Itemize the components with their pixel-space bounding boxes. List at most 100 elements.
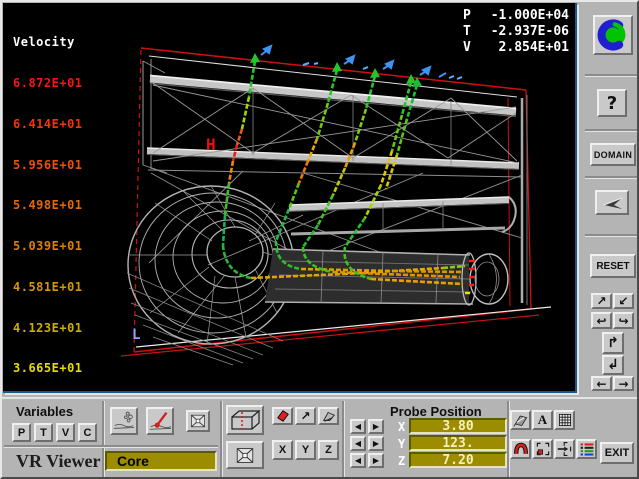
probe-readouts: P -1.000E+04 T -2.937E-06 V 2.854E+01 <box>463 8 569 56</box>
grid-display-button[interactable] <box>554 410 575 430</box>
app-title: VR Viewer <box>16 451 100 472</box>
scene-wireframe: H L <box>3 3 575 391</box>
variable-c-button[interactable]: C <box>78 423 97 442</box>
legend-entry: 6.414E+01 <box>13 118 83 132</box>
arrow-ne-icon: ↗ <box>300 409 310 423</box>
axis-z-button[interactable]: Z <box>318 440 339 460</box>
variables-label: Variables <box>16 404 73 419</box>
velocity-tick-marks <box>303 63 462 79</box>
readout-value: -1.000E+04 <box>479 8 569 24</box>
frame-select-button[interactable] <box>186 410 210 432</box>
variable-t-button[interactable]: T <box>34 423 53 442</box>
annotation-button[interactable]: A <box>532 410 553 430</box>
logo-button[interactable] <box>593 15 633 55</box>
variable-t-label: T <box>40 427 47 439</box>
variable-v-button[interactable]: V <box>56 423 75 442</box>
frame-x-icon <box>234 446 256 465</box>
reset-button[interactable]: RESET <box>590 254 636 278</box>
readout-value: 2.854E+01 <box>479 40 569 56</box>
probe-tool-button[interactable] <box>146 407 174 435</box>
arrow-hook-right-icon: ↪ <box>618 314 628 328</box>
probe-y-increment-button[interactable]: ▶ <box>368 436 384 451</box>
colormap-button[interactable] <box>576 439 597 459</box>
frame-x-icon <box>189 413 207 429</box>
readout-label: T <box>463 24 479 40</box>
axis-z-label: Z <box>325 444 332 456</box>
cut-plane-button[interactable] <box>226 405 264 435</box>
vr-viewer-app: H L Velocity 6.872E+01 6.414E+01 5.956E+… <box>0 0 639 479</box>
vector-tool-button[interactable]: ↗ <box>295 407 316 425</box>
legend-entry: 4.123E+01 <box>13 322 83 336</box>
triangle-left-icon: ◀ <box>355 457 361 465</box>
arrow-turn-down-icon: ↲ <box>607 357 619 373</box>
drag-plane-button[interactable] <box>318 407 339 425</box>
probe-z-decrement-button[interactable]: ◀ <box>350 453 366 468</box>
legend-title: Velocity <box>13 36 83 50</box>
pan-left-button[interactable]: ← <box>591 376 612 391</box>
ribbon-trace-button[interactable] <box>510 439 531 459</box>
triangle-right-icon: ▶ <box>373 457 379 465</box>
cut-box-icon <box>229 408 261 432</box>
probe-x-label: X <box>398 420 405 434</box>
turn-down-button[interactable]: ↲ <box>602 355 624 375</box>
variable-c-label: C <box>84 427 92 439</box>
domain-button-label: DOMAIN <box>594 150 632 160</box>
arrow-ne-icon: ↗ <box>596 294 606 308</box>
probe-z-field[interactable]: 7.20 <box>409 452 507 468</box>
move-region-button[interactable] <box>554 439 575 459</box>
viewport-3d[interactable]: H L Velocity 6.872E+01 6.414E+01 5.956E+… <box>3 3 577 393</box>
core-selector-value: Core <box>117 453 149 469</box>
probe-direction-arrows <box>261 46 446 77</box>
legend-entry: 3.665E+01 <box>13 362 83 376</box>
rotate-sw-button[interactable]: ↙ <box>613 293 634 309</box>
zoom-region-button[interactable] <box>532 439 553 459</box>
variable-p-label: P <box>18 427 25 439</box>
surface-display-button[interactable] <box>510 410 531 430</box>
exit-button[interactable]: EXIT <box>600 442 634 464</box>
arrow-turn-up-icon: ↱ <box>607 335 619 351</box>
variable-p-button[interactable]: P <box>12 423 31 442</box>
axis-x-button[interactable]: X <box>272 440 293 460</box>
drag-plane-icon <box>321 409 337 423</box>
particle-trace-icon <box>112 409 136 433</box>
bottom-panel: Variables P T V C VR Viewer <box>2 397 637 479</box>
help-button[interactable]: ? <box>597 89 627 117</box>
plane-tool-button[interactable] <box>272 407 293 425</box>
probe-x-field[interactable]: 3.80 <box>409 418 507 434</box>
thermometer-probe-icon <box>148 409 172 433</box>
probe-y-field[interactable]: 123. <box>409 435 507 451</box>
triangle-right-icon: ▶ <box>373 440 379 448</box>
turn-up-button[interactable]: ↱ <box>602 332 624 354</box>
probe-y-decrement-button[interactable]: ◀ <box>350 436 366 451</box>
domain-button[interactable]: DOMAIN <box>590 143 636 166</box>
core-selector[interactable]: Core <box>105 451 217 471</box>
rotate-ccw-button[interactable]: ↩ <box>591 312 612 329</box>
probe-position-title: Probe Position <box>390 404 482 419</box>
frame-select-2-button[interactable] <box>226 441 264 469</box>
probe-x-decrement-button[interactable]: ◀ <box>350 419 366 434</box>
red-plane-icon <box>275 409 291 423</box>
variable-v-label: V <box>62 427 69 439</box>
legend-entry: 5.498E+01 <box>13 199 83 213</box>
marker-l: L <box>132 327 140 343</box>
app-logo-icon <box>597 19 629 51</box>
pan-right-button[interactable]: → <box>613 376 634 391</box>
triangle-left-icon: ◀ <box>355 423 361 431</box>
rotate-ne-button[interactable]: ↗ <box>591 293 612 309</box>
probe-x-value: 3.80 <box>442 419 473 434</box>
readout-row: T -2.937E-06 <box>463 24 569 40</box>
reset-button-label: RESET <box>596 261 629 272</box>
legend-entry: 5.039E+01 <box>13 240 83 254</box>
ribbon-icon <box>513 441 529 457</box>
probe-x-increment-button[interactable]: ▶ <box>368 419 384 434</box>
colormap-icon <box>579 441 595 457</box>
sidebar: ? DOMAIN RESET ↗ ↙ ↩ ↪ ↱ <box>583 2 639 399</box>
axis-y-button[interactable]: Y <box>295 440 316 460</box>
probe-z-increment-button[interactable]: ▶ <box>368 453 384 468</box>
rotate-cw-button[interactable]: ↪ <box>613 312 634 329</box>
particle-trace-button[interactable] <box>110 407 138 435</box>
letter-a-icon: A <box>538 412 547 428</box>
triangle-right-icon: ▶ <box>373 423 379 431</box>
probe-z-value: 7.20 <box>442 453 473 468</box>
pick-button[interactable] <box>595 190 629 215</box>
